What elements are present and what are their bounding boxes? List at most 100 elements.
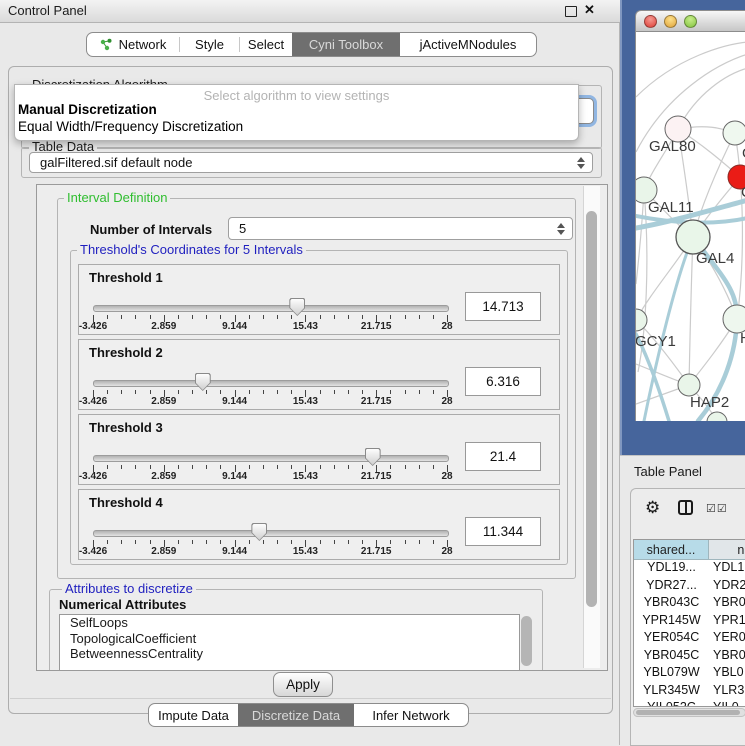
node-table: shared... n... YDL19...YDL1YDR27...YDR2Y… <box>633 539 745 707</box>
table-row[interactable]: YBL079W YBL0 <box>634 665 745 683</box>
cell-shared-name[interactable]: YBL079W <box>634 665 709 679</box>
cell-name[interactable]: YBR0 <box>713 595 745 609</box>
tab-jactivemnodules[interactable]: jActiveMNodules <box>400 33 536 56</box>
cell-shared-name[interactable]: YDR27... <box>634 578 709 592</box>
scrollbar-thumb[interactable] <box>586 211 597 607</box>
label-hap2: HAP2 <box>690 394 729 411</box>
cell-name[interactable]: YIL0 <box>713 700 745 707</box>
mac-minimize-light[interactable] <box>664 15 677 28</box>
mac-zoom-light[interactable] <box>684 15 697 28</box>
slider-tick <box>150 315 151 319</box>
table-horizontal-scrollbar[interactable] <box>633 708 745 717</box>
threshold-slider-track[interactable] <box>93 305 449 312</box>
node-hap2[interactable] <box>678 374 700 396</box>
threshold-label: Threshold 3 <box>89 420 163 435</box>
cell-name[interactable]: YPR1 <box>713 613 745 627</box>
threshold-slider-track[interactable] <box>93 380 449 387</box>
cell-shared-name[interactable]: YBR045C <box>634 648 709 662</box>
tab-impute-data[interactable]: Impute Data <box>149 704 238 726</box>
scrollbar-thumb[interactable] <box>636 710 740 715</box>
divider <box>10 698 611 699</box>
threshold-slider-thumb[interactable] <box>365 448 381 466</box>
node-gal4[interactable] <box>676 220 710 254</box>
threshold-value-field[interactable]: 21.4 <box>465 442 541 471</box>
cell-shared-name[interactable]: YLR345W <box>634 683 709 697</box>
tab-infer-network[interactable]: Infer Network <box>354 704 468 726</box>
threshold-slider-track[interactable] <box>93 455 449 462</box>
tab-style[interactable]: Style <box>180 33 239 56</box>
table-panel-title: Table Panel <box>634 464 702 479</box>
number-of-intervals-value: 5 <box>239 221 246 236</box>
node-partial-right[interactable] <box>723 305 745 333</box>
slider-tick <box>192 465 193 469</box>
cell-shared-name[interactable]: YER054C <box>634 630 709 644</box>
number-of-intervals-combobox[interactable]: 5 <box>228 217 573 240</box>
tab-cyni-toolbox[interactable]: Cyni Toolbox <box>292 33 400 56</box>
attribute-list-item[interactable]: SelfLoops <box>60 615 519 631</box>
slider-tick <box>348 315 349 319</box>
cell-name[interactable]: YBR0 <box>713 648 745 662</box>
threshold-slider-track[interactable] <box>93 530 449 537</box>
popup-option-manual[interactable]: Manual Discretization <box>18 102 157 117</box>
tab-select[interactable]: Select <box>240 33 292 56</box>
split-pane-icon[interactable] <box>678 500 693 515</box>
close-icon[interactable]: ✕ <box>584 2 595 18</box>
network-graph: GAL80 G C GAL11 GAL4 GCY1 H HAP2 <box>636 32 745 421</box>
cell-name[interactable]: YER0 <box>713 630 745 644</box>
table-row[interactable]: YDL19... YDL1 <box>634 560 745 578</box>
cell-shared-name[interactable]: YDL19... <box>634 560 709 574</box>
slider-tick <box>206 390 207 394</box>
cell-name[interactable]: YDR2 <box>713 578 745 592</box>
threshold-slider-thumb[interactable] <box>251 523 267 541</box>
tab-discretize-data[interactable]: Discretize Data <box>238 704 354 726</box>
table-row[interactable]: YPR145W YPR1 <box>634 613 745 631</box>
threshold-slider-thumb[interactable] <box>289 298 305 316</box>
cell-name[interactable]: YBL0 <box>713 665 745 679</box>
top-tabbar: Network Style Select Cyni Toolbox jActiv… <box>86 32 537 57</box>
gear-icon[interactable]: ⚙ <box>645 498 660 518</box>
attributes-list-scrollbar[interactable] <box>521 616 532 666</box>
threshold-value-field[interactable]: 14.713 <box>465 292 541 321</box>
slider-tick <box>121 315 122 319</box>
mac-close-light[interactable] <box>644 15 657 28</box>
slider-scale-label: 15.43 <box>293 471 318 482</box>
threshold-value-field[interactable]: 6.316 <box>465 367 541 396</box>
threshold-slider-thumb[interactable] <box>195 373 211 391</box>
attribute-list-item[interactable]: BetweennessCentrality <box>60 646 519 662</box>
table-row[interactable]: YBR045C YBR0 <box>634 648 745 666</box>
slider-scale-label: -3.426 <box>79 396 107 407</box>
table-row[interactable]: YDR27... YDR2 <box>634 578 745 596</box>
table-row[interactable]: YER054C YER0 <box>634 630 745 648</box>
slider-tick <box>206 315 207 319</box>
cell-shared-name[interactable]: YIL052C <box>634 700 709 707</box>
table-row[interactable]: YBR043C YBR0 <box>634 595 745 613</box>
cell-name[interactable]: YLR3 <box>713 683 745 697</box>
float-icon[interactable] <box>565 6 577 17</box>
column-header-shared-name[interactable]: shared... <box>634 540 709 560</box>
table-data-combobox[interactable]: galFiltered.sif default node <box>29 152 593 173</box>
network-canvas[interactable]: GAL80 G C GAL11 GAL4 GCY1 H HAP2 <box>635 32 745 421</box>
numerical-attributes-list[interactable]: SelfLoopsTopologicalCoefficientBetweenne… <box>59 614 520 671</box>
popup-option-equal-width[interactable]: Equal Width/Frequency Discretization <box>18 119 243 134</box>
slider-tick <box>334 315 335 319</box>
slider-tick <box>206 465 207 469</box>
table-row[interactable]: YIL052C YIL0 <box>634 700 745 707</box>
slider-scale-label: 15.43 <box>293 546 318 557</box>
slider-tick <box>277 465 278 469</box>
cell-shared-name[interactable]: YPR145W <box>634 613 709 627</box>
tab-network[interactable]: Network <box>87 33 179 56</box>
network-window-titlebar[interactable] <box>635 10 745 32</box>
attribute-list-item[interactable]: TopologicalCoefficient <box>60 631 519 647</box>
cell-name[interactable]: YDL1 <box>713 560 745 574</box>
slider-tick <box>263 315 264 319</box>
cell-shared-name[interactable]: YBR043C <box>634 595 709 609</box>
table-row[interactable]: YLR345W YLR3 <box>634 683 745 701</box>
node-partial-top-right[interactable] <box>723 121 745 145</box>
apply-button[interactable]: Apply <box>273 672 333 697</box>
slider-tick <box>178 540 179 544</box>
settings-vertical-scrollbar[interactable] <box>583 186 600 668</box>
threshold-value-field[interactable]: 11.344 <box>465 517 541 546</box>
column-header-name[interactable]: n... <box>709 540 745 560</box>
node-bottom-partial[interactable] <box>707 412 727 421</box>
select-columns-icon[interactable]: ☑☑ <box>706 502 728 515</box>
